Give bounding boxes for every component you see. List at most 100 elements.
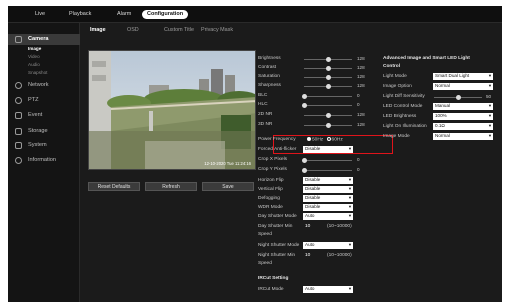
day-shutter-speed-range: (10~10000): [327, 224, 352, 229]
saturation-value: 128: [357, 74, 365, 79]
save-button[interactable]: Save: [202, 182, 254, 191]
light-on-illumination-select[interactable]: 0.1Ω ▼: [433, 123, 493, 130]
hlc-knob[interactable]: [301, 103, 307, 108]
night-shutter-speed-input[interactable]: 10: [305, 253, 310, 258]
nav-alarm[interactable]: Alarm: [112, 10, 136, 19]
contrast-label: Contrast: [258, 65, 277, 70]
sidebar-item-network[interactable]: Network: [8, 80, 80, 91]
day-shutter-mode-select[interactable]: Auto ▼: [303, 213, 353, 220]
contrast-knob[interactable]: [325, 66, 331, 71]
saturation-knob[interactable]: [325, 75, 331, 80]
refresh-button[interactable]: Refresh: [145, 182, 197, 191]
event-icon: [15, 112, 22, 119]
sidebar-item-camera[interactable]: Camera: [8, 34, 80, 45]
vertical-flip-select[interactable]: Disable ▼: [303, 186, 353, 193]
sidebar-item-event[interactable]: Event: [8, 110, 80, 121]
night-shutter-mode-select[interactable]: Auto ▼: [303, 242, 353, 249]
light-mode-value: Smart Dual Light: [435, 73, 470, 78]
light-diff-value: 50: [486, 94, 492, 99]
day-shutter-mode-label: Day Shutter Mode: [258, 214, 297, 219]
dnr3-slider[interactable]: [304, 123, 352, 128]
crop-x-knob[interactable]: [302, 158, 307, 163]
tab-privacy-mask[interactable]: Privacy Mask: [201, 26, 233, 35]
ircut-mode-value: Auto: [305, 286, 315, 291]
light-on-illumination-label: Light On Illumination: [383, 124, 427, 129]
light-diff-slider[interactable]: [434, 95, 482, 100]
day-shutter-speed-input[interactable]: 10: [305, 224, 310, 229]
defogging-value: Disable: [305, 195, 321, 200]
light-mode-select[interactable]: Smart Dual Light ▼: [433, 73, 493, 80]
night-shutter-speed-label-2: Speed: [258, 261, 272, 266]
radio-60hz-label: 60Hz: [331, 137, 343, 143]
sidebar-subitem-audio[interactable]: Audio: [8, 61, 80, 69]
tab-custom-title[interactable]: Custom Title: [164, 26, 194, 35]
chevron-down-icon: ▼: [488, 123, 492, 128]
brightness-slider[interactable]: [304, 57, 352, 62]
horizon-flip-label: Horizon Flip: [258, 178, 284, 183]
sidebar-item-label: System: [28, 142, 47, 148]
sidebar-item-ptz[interactable]: PTZ: [8, 95, 80, 106]
sharpness-knob[interactable]: [325, 84, 331, 89]
sidebar-item-information[interactable]: Information: [8, 155, 80, 166]
light-diff-knob[interactable]: [455, 95, 461, 100]
dnr2-slider[interactable]: [304, 113, 352, 118]
top-nav: Live Playback Alarm Configuration: [8, 6, 502, 23]
led-control-select[interactable]: Manual ▼: [433, 103, 493, 110]
system-icon: [15, 142, 22, 149]
crop-y-slider[interactable]: [302, 168, 352, 173]
sharpness-slider[interactable]: [304, 84, 352, 89]
anti-flicker-value: Disable: [305, 146, 321, 151]
day-shutter-speed-label: Day Shutter Min: [258, 224, 293, 229]
tab-osd[interactable]: OSD: [127, 26, 139, 35]
dnr3-knob[interactable]: [325, 123, 331, 128]
preview-image: [89, 51, 255, 169]
nav-live[interactable]: Live: [30, 10, 50, 19]
defogging-label: Defogging: [258, 196, 280, 201]
dnr3-value: 128: [357, 122, 365, 127]
image-option-select[interactable]: Normal ▼: [433, 83, 493, 90]
sidebar-item-storage[interactable]: Storage: [8, 126, 80, 137]
sidebar-item-label: PTZ: [28, 97, 39, 103]
led-brightness-select[interactable]: 100% ▼: [433, 113, 493, 120]
anti-flicker-select[interactable]: Disable ▼: [303, 146, 353, 153]
blc-knob[interactable]: [301, 94, 307, 99]
sidebar-subitem-video[interactable]: Video: [8, 53, 80, 61]
hlc-slider[interactable]: [301, 103, 352, 108]
reset-defaults-button[interactable]: Reset Defaults: [88, 182, 140, 191]
horizon-flip-value: Disable: [305, 177, 321, 182]
defogging-select[interactable]: Disable ▼: [303, 195, 353, 202]
night-shutter-mode-label: Night Shutter Mode: [258, 243, 300, 248]
crop-y-knob[interactable]: [302, 168, 307, 173]
sidebar-item-label: Information: [28, 157, 56, 163]
nav-playback[interactable]: Playback: [64, 10, 96, 19]
contrast-slider[interactable]: [304, 66, 352, 71]
sidebar-subitem-snapshot[interactable]: Snapshot: [8, 69, 80, 77]
brightness-knob[interactable]: [325, 57, 331, 62]
radio-50hz[interactable]: [307, 137, 311, 141]
image-mode-select[interactable]: Normal ▼: [433, 133, 493, 140]
network-icon: [15, 82, 22, 89]
saturation-slider[interactable]: [304, 75, 352, 80]
chevron-down-icon: ▼: [348, 213, 352, 218]
crop-x-slider[interactable]: [302, 158, 352, 163]
blc-slider[interactable]: [301, 94, 352, 99]
tab-image[interactable]: Image: [90, 26, 106, 35]
chevron-down-icon: ▼: [348, 286, 352, 291]
sidebar-subitem-image[interactable]: Image: [8, 45, 80, 53]
nav-configuration[interactable]: Configuration: [142, 10, 189, 19]
ircut-mode-select[interactable]: Auto ▼: [303, 286, 353, 293]
image-mode-label: Image Mode: [383, 134, 410, 139]
config-tabs: Image OSD Custom Title Privacy Mask: [80, 23, 502, 37]
brightness-label: Brightness: [258, 56, 281, 61]
led-control-value: Manual: [435, 103, 451, 108]
dnr2-knob[interactable]: [325, 113, 331, 118]
chevron-down-icon: ▼: [348, 177, 352, 182]
chevron-down-icon: ▼: [488, 103, 492, 108]
sidebar-item-system[interactable]: System: [8, 140, 80, 151]
storage-icon: [15, 128, 22, 135]
horizon-flip-select[interactable]: Disable ▼: [303, 177, 353, 184]
image-mode-value: Normal: [435, 133, 450, 138]
radio-60hz[interactable]: [326, 137, 331, 141]
wdr-mode-select[interactable]: Disable ▼: [303, 204, 353, 211]
sidebar-item-label: Event: [28, 112, 43, 118]
